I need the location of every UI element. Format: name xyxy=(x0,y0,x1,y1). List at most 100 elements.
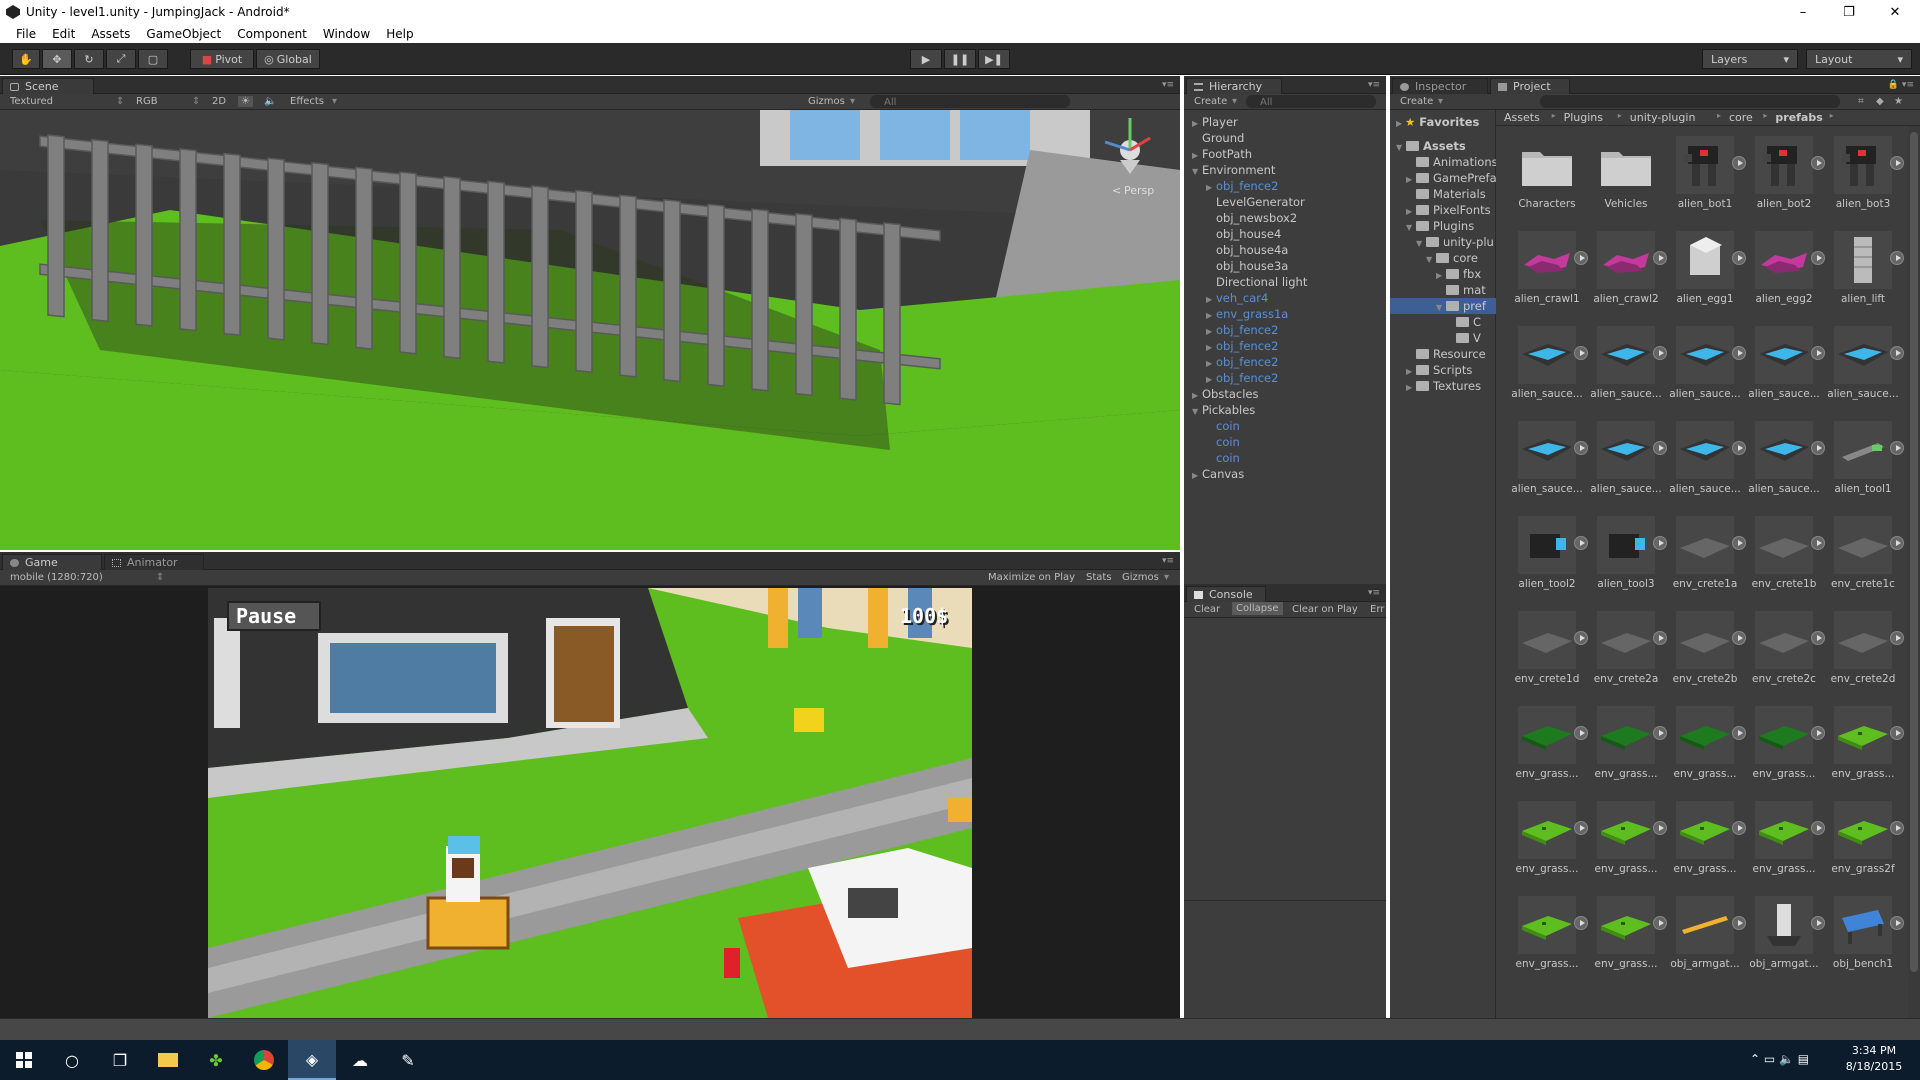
asset-item[interactable]: obj_armgat... xyxy=(1745,896,1825,988)
stats-toggle[interactable]: Stats xyxy=(1086,572,1112,583)
expand-prefab-icon[interactable] xyxy=(1811,726,1825,740)
hierarchy-item[interactable]: coin xyxy=(1206,434,1240,450)
expand-prefab-icon[interactable] xyxy=(1890,441,1904,455)
hierarchy-item[interactable]: ▶ obj_fence2 xyxy=(1206,178,1278,194)
hierarchy-item[interactable]: ▶ obj_fence2 xyxy=(1206,322,1278,338)
breadcrumb-item[interactable]: unity-plugin xyxy=(1630,111,1696,124)
expand-prefab-icon[interactable] xyxy=(1811,821,1825,835)
expand-prefab-icon[interactable] xyxy=(1653,346,1667,360)
favorites-row[interactable]: ▶ ★ Favorites xyxy=(1396,114,1479,130)
asset-item[interactable]: alien_sauce... xyxy=(1745,326,1825,418)
project-tree-item[interactable]: mat xyxy=(1390,282,1496,298)
tab-project[interactable]: Project xyxy=(1490,78,1570,94)
expand-prefab-icon[interactable] xyxy=(1890,726,1904,740)
breadcrumb-item[interactable]: prefabs xyxy=(1775,111,1822,124)
expand-prefab-icon[interactable] xyxy=(1574,631,1588,645)
expand-prefab-icon[interactable] xyxy=(1811,251,1825,265)
hierarchy-item[interactable]: ▶ obj_fence2 xyxy=(1206,338,1278,354)
hierarchy-item[interactable]: coin xyxy=(1206,418,1240,434)
move-tool-icon[interactable]: ✥ xyxy=(42,49,72,69)
filter-type-icon[interactable]: ⌗ xyxy=(1858,96,1864,107)
asset-item[interactable]: obj_bench1 xyxy=(1824,896,1904,988)
pause-button[interactable]: ❚❚ xyxy=(944,49,976,69)
asset-item[interactable]: env_crete1b xyxy=(1745,516,1825,608)
task-view-icon[interactable]: ❐ xyxy=(96,1040,144,1080)
gizmos-dropdown[interactable]: Gizmos xyxy=(808,96,845,107)
asset-item[interactable]: env_grass... xyxy=(1666,801,1746,893)
expand-prefab-icon[interactable] xyxy=(1890,251,1904,265)
star-icon[interactable]: ★ xyxy=(1894,96,1903,107)
breadcrumb-item[interactable]: Assets xyxy=(1504,111,1540,124)
audio-icon[interactable]: 🔈 xyxy=(264,96,276,107)
expand-arrow-icon[interactable]: ▶ xyxy=(1406,204,1416,218)
minimize-button[interactable]: – xyxy=(1780,0,1826,24)
asset-item[interactable]: alien_egg1 xyxy=(1666,231,1746,323)
expand-prefab-icon[interactable] xyxy=(1653,251,1667,265)
game-gizmos-dropdown[interactable]: Gizmos xyxy=(1122,572,1159,583)
asset-item[interactable]: env_grass... xyxy=(1824,706,1904,798)
taskbar-clock[interactable]: 3:34 PM 8/18/2015 xyxy=(1842,1043,1906,1075)
asset-item[interactable]: env_grass... xyxy=(1745,801,1825,893)
scene-viewport[interactable]: < Persp xyxy=(0,110,1180,550)
asset-item[interactable]: env_crete2d xyxy=(1824,611,1904,703)
expand-arrow-icon[interactable]: ▼ xyxy=(1192,404,1202,420)
expand-prefab-icon[interactable] xyxy=(1574,251,1588,265)
asset-item[interactable]: env_grass... xyxy=(1508,706,1588,798)
play-button[interactable]: ▶ xyxy=(910,49,942,69)
asset-item[interactable]: alien_tool2 xyxy=(1508,516,1588,608)
expand-prefab-icon[interactable] xyxy=(1653,441,1667,455)
console-error-toggle[interactable]: Err xyxy=(1370,604,1384,615)
console-collapse-button[interactable]: Collapse xyxy=(1232,602,1283,615)
asset-item[interactable]: env_crete2b xyxy=(1666,611,1746,703)
asset-item[interactable]: alien_egg2 xyxy=(1745,231,1825,323)
project-search-input[interactable] xyxy=(1540,95,1840,108)
expand-prefab-icon[interactable] xyxy=(1732,821,1746,835)
project-tree-item[interactable]: Materials xyxy=(1390,186,1496,202)
hierarchy-item[interactable]: ▶ env_grass1a xyxy=(1206,306,1288,322)
expand-prefab-icon[interactable] xyxy=(1732,536,1746,550)
hierarchy-item[interactable]: Ground xyxy=(1192,130,1244,146)
step-button[interactable]: ▶❚ xyxy=(978,49,1010,69)
menu-assets[interactable]: Assets xyxy=(83,27,138,41)
tab-game[interactable]: Game xyxy=(2,554,102,570)
hierarchy-item[interactable]: ▶ Player xyxy=(1192,114,1238,130)
expand-prefab-icon[interactable] xyxy=(1811,441,1825,455)
expand-arrow-icon[interactable]: ▶ xyxy=(1406,172,1416,186)
hierarchy-item[interactable]: Directional light xyxy=(1206,274,1307,290)
layout-dropdown[interactable]: Layout ▾ xyxy=(1806,49,1912,69)
menu-component[interactable]: Component xyxy=(229,27,315,41)
global-toggle[interactable]: ◎ Global xyxy=(256,49,320,69)
expand-prefab-icon[interactable] xyxy=(1890,916,1904,930)
asset-item[interactable]: env_grass... xyxy=(1508,801,1588,893)
notepad-icon[interactable]: ✎ xyxy=(384,1040,432,1080)
hierarchy-item[interactable]: ▶ Canvas xyxy=(1192,466,1244,482)
projection-label[interactable]: Persp xyxy=(1124,184,1154,197)
menu-gameobject[interactable]: GameObject xyxy=(138,27,229,41)
asset-item[interactable]: alien_bot1 xyxy=(1666,136,1746,228)
asset-item[interactable]: alien_sauce... xyxy=(1666,421,1746,513)
project-tree-item[interactable]: ▶ fbx xyxy=(1390,266,1496,282)
windows-start-icon[interactable] xyxy=(0,1040,48,1080)
persp-label[interactable]: < xyxy=(1112,184,1121,197)
unity-taskbar-icon[interactable]: ◈ xyxy=(288,1040,336,1080)
chrome-icon[interactable] xyxy=(240,1040,288,1080)
expand-arrow-icon[interactable]: ▶ xyxy=(1406,380,1416,394)
asset-item[interactable]: alien_sauce... xyxy=(1666,326,1746,418)
asset-item[interactable]: alien_bot3 xyxy=(1824,136,1904,228)
project-tree-item[interactable]: Resource xyxy=(1390,346,1496,362)
file-explorer-icon[interactable] xyxy=(144,1040,192,1080)
tab-hierarchy[interactable]: Hierarchy xyxy=(1186,78,1282,94)
expand-prefab-icon[interactable] xyxy=(1653,536,1667,550)
hand-tool-icon[interactable]: ✋ xyxy=(12,49,40,69)
asset-item[interactable]: alien_sauce... xyxy=(1508,421,1588,513)
breadcrumb-item[interactable]: Plugins xyxy=(1564,111,1603,124)
asset-item[interactable]: env_crete1c xyxy=(1824,516,1904,608)
project-tree-item[interactable]: ▼ Plugins xyxy=(1390,218,1496,234)
filter-label-icon[interactable]: ◆ xyxy=(1876,96,1884,107)
expand-prefab-icon[interactable] xyxy=(1890,631,1904,645)
project-tree-item[interactable]: C xyxy=(1390,314,1496,330)
shading-mode[interactable]: Textured xyxy=(10,96,53,107)
expand-prefab-icon[interactable] xyxy=(1574,346,1588,360)
asset-item[interactable]: obj_armgat... xyxy=(1666,896,1746,988)
expand-arrow-icon[interactable]: ▼ xyxy=(1416,236,1426,250)
